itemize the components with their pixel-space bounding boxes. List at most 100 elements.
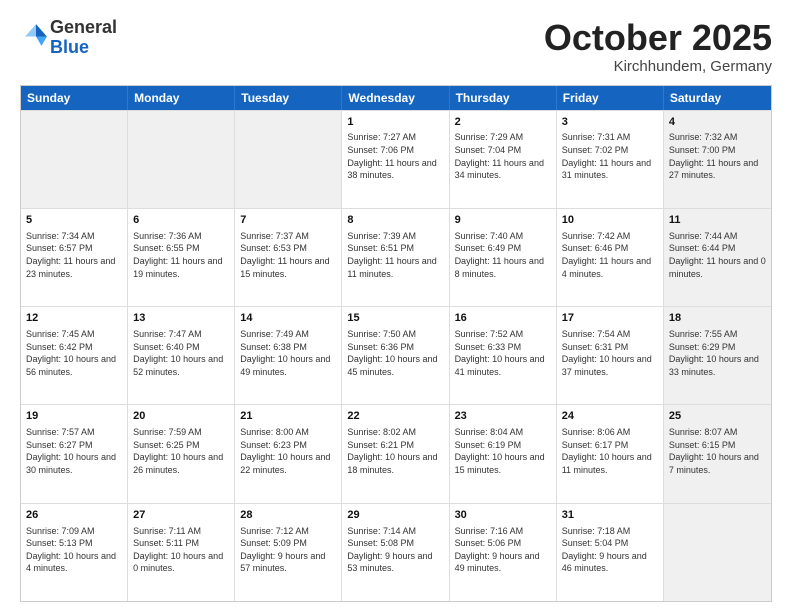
- calendar-cell: 13 Sunrise: 7:47 AM Sunset: 6:40 PM Dayli…: [128, 307, 235, 404]
- day-number: 24: [562, 409, 658, 424]
- calendar-header: SundayMondayTuesdayWednesdayThursdayFrid…: [21, 86, 771, 110]
- day-number: 20: [133, 409, 229, 424]
- calendar-cell: 14 Sunrise: 7:49 AM Sunset: 6:38 PM Dayli…: [235, 307, 342, 404]
- calendar-cell: 11Sunrise: 7:44 AM Sunset: 6:44 PM Dayli…: [664, 209, 771, 306]
- calendar-cell: 3Sunrise: 7:31 AM Sunset: 7:02 PM Daylig…: [557, 111, 664, 208]
- day-info: Sunrise: 7:39 AM Sunset: 6:51 PM Dayligh…: [347, 230, 443, 280]
- day-info: Sunrise: 7:27 AM Sunset: 7:06 PM Dayligh…: [347, 131, 443, 181]
- calendar-cell: 8 Sunrise: 7:39 AM Sunset: 6:51 PM Daylig…: [342, 209, 449, 306]
- day-info: Sunrise: 8:00 AM Sunset: 6:23 PM Dayligh…: [240, 426, 336, 476]
- day-number: 29: [347, 508, 443, 523]
- day-number: 9: [455, 213, 551, 228]
- calendar-header-day: Sunday: [21, 86, 128, 110]
- day-info: Sunrise: 8:02 AM Sunset: 6:21 PM Dayligh…: [347, 426, 443, 476]
- day-number: 13: [133, 311, 229, 326]
- calendar-cell: 23 Sunrise: 8:04 AM Sunset: 6:19 PM Dayli…: [450, 405, 557, 502]
- calendar-cell: 21 Sunrise: 8:00 AM Sunset: 6:23 PM Dayli…: [235, 405, 342, 502]
- title-location: Kirchhundem, Germany: [544, 58, 772, 75]
- calendar-cell: 26 Sunrise: 7:09 AM Sunset: 5:13 PM Dayli…: [21, 504, 128, 601]
- day-info: Sunrise: 7:18 AM Sunset: 5:04 PM Dayligh…: [562, 525, 658, 575]
- calendar-cell: 9 Sunrise: 7:40 AM Sunset: 6:49 PM Daylig…: [450, 209, 557, 306]
- calendar-cell: [235, 111, 342, 208]
- calendar-cell: 24 Sunrise: 8:06 AM Sunset: 6:17 PM Dayli…: [557, 405, 664, 502]
- calendar-week-row: 1Sunrise: 7:27 AM Sunset: 7:06 PM Daylig…: [21, 110, 771, 208]
- day-info: Sunrise: 7:16 AM Sunset: 5:06 PM Dayligh…: [455, 525, 551, 575]
- calendar-header-day: Saturday: [664, 86, 771, 110]
- calendar-cell: 19 Sunrise: 7:57 AM Sunset: 6:27 PM Dayli…: [21, 405, 128, 502]
- day-info: Sunrise: 7:57 AM Sunset: 6:27 PM Dayligh…: [26, 426, 122, 476]
- day-number: 16: [455, 311, 551, 326]
- calendar-cell: [128, 111, 235, 208]
- day-info: Sunrise: 7:50 AM Sunset: 6:36 PM Dayligh…: [347, 328, 443, 378]
- day-number: 7: [240, 213, 336, 228]
- day-number: 3: [562, 115, 658, 130]
- calendar-header-day: Monday: [128, 86, 235, 110]
- calendar-cell: 30 Sunrise: 7:16 AM Sunset: 5:06 PM Dayli…: [450, 504, 557, 601]
- day-info: Sunrise: 7:14 AM Sunset: 5:08 PM Dayligh…: [347, 525, 443, 575]
- day-number: 31: [562, 508, 658, 523]
- day-number: 19: [26, 409, 122, 424]
- day-info: Sunrise: 7:34 AM Sunset: 6:57 PM Dayligh…: [26, 230, 122, 280]
- calendar-cell: 29 Sunrise: 7:14 AM Sunset: 5:08 PM Dayli…: [342, 504, 449, 601]
- day-number: 6: [133, 213, 229, 228]
- day-info: Sunrise: 7:59 AM Sunset: 6:25 PM Dayligh…: [133, 426, 229, 476]
- logo-general-text: General: [50, 17, 117, 37]
- calendar-cell: 7Sunrise: 7:37 AM Sunset: 6:53 PM Daylig…: [235, 209, 342, 306]
- title-month: October 2025: [544, 18, 772, 58]
- header: General Blue October 2025 Kirchhundem, G…: [20, 18, 772, 75]
- day-number: 17: [562, 311, 658, 326]
- day-info: Sunrise: 7:52 AM Sunset: 6:33 PM Dayligh…: [455, 328, 551, 378]
- calendar-cell: 5Sunrise: 7:34 AM Sunset: 6:57 PM Daylig…: [21, 209, 128, 306]
- day-number: 1: [347, 115, 443, 130]
- calendar-cell: 25Sunrise: 8:07 AM Sunset: 6:15 PM Dayli…: [664, 405, 771, 502]
- day-number: 26: [26, 508, 122, 523]
- calendar-cell: 17 Sunrise: 7:54 AM Sunset: 6:31 PM Dayli…: [557, 307, 664, 404]
- day-info: Sunrise: 7:09 AM Sunset: 5:13 PM Dayligh…: [26, 525, 122, 575]
- day-info: Sunrise: 7:36 AM Sunset: 6:55 PM Dayligh…: [133, 230, 229, 280]
- calendar-header-day: Tuesday: [235, 86, 342, 110]
- calendar-cell: 18 Sunrise: 7:55 AM Sunset: 6:29 PM Dayli…: [664, 307, 771, 404]
- day-number: 14: [240, 311, 336, 326]
- logo-icon: [22, 21, 50, 49]
- day-number: 12: [26, 311, 122, 326]
- calendar-cell: 27 Sunrise: 7:11 AM Sunset: 5:11 PM Dayli…: [128, 504, 235, 601]
- day-number: 8: [347, 213, 443, 228]
- day-info: Sunrise: 7:49 AM Sunset: 6:38 PM Dayligh…: [240, 328, 336, 378]
- calendar-week-row: 5Sunrise: 7:34 AM Sunset: 6:57 PM Daylig…: [21, 208, 771, 306]
- day-info: Sunrise: 7:31 AM Sunset: 7:02 PM Dayligh…: [562, 131, 658, 181]
- calendar-week-row: 12 Sunrise: 7:45 AM Sunset: 6:42 PM Dayli…: [21, 306, 771, 404]
- calendar-cell: 10 Sunrise: 7:42 AM Sunset: 6:46 PM Dayli…: [557, 209, 664, 306]
- logo-blue-text: Blue: [50, 37, 89, 57]
- day-info: Sunrise: 7:29 AM Sunset: 7:04 PM Dayligh…: [455, 131, 551, 181]
- logo: General Blue: [20, 18, 117, 58]
- calendar-cell: 1Sunrise: 7:27 AM Sunset: 7:06 PM Daylig…: [342, 111, 449, 208]
- day-info: Sunrise: 7:44 AM Sunset: 6:44 PM Dayligh…: [669, 230, 766, 280]
- day-info: Sunrise: 7:55 AM Sunset: 6:29 PM Dayligh…: [669, 328, 766, 378]
- calendar-cell: [21, 111, 128, 208]
- calendar-body: 1Sunrise: 7:27 AM Sunset: 7:06 PM Daylig…: [21, 110, 771, 601]
- calendar-week-row: 26 Sunrise: 7:09 AM Sunset: 5:13 PM Dayli…: [21, 503, 771, 601]
- day-info: Sunrise: 8:06 AM Sunset: 6:17 PM Dayligh…: [562, 426, 658, 476]
- day-number: 15: [347, 311, 443, 326]
- title-block: October 2025 Kirchhundem, Germany: [544, 18, 772, 75]
- day-number: 21: [240, 409, 336, 424]
- calendar-header-day: Friday: [557, 86, 664, 110]
- day-info: Sunrise: 7:45 AM Sunset: 6:42 PM Dayligh…: [26, 328, 122, 378]
- day-number: 27: [133, 508, 229, 523]
- calendar-cell: 12 Sunrise: 7:45 AM Sunset: 6:42 PM Dayli…: [21, 307, 128, 404]
- day-info: Sunrise: 7:11 AM Sunset: 5:11 PM Dayligh…: [133, 525, 229, 575]
- calendar-cell: 6 Sunrise: 7:36 AM Sunset: 6:55 PM Daylig…: [128, 209, 235, 306]
- day-info: Sunrise: 7:47 AM Sunset: 6:40 PM Dayligh…: [133, 328, 229, 378]
- day-number: 23: [455, 409, 551, 424]
- day-number: 10: [562, 213, 658, 228]
- day-number: 30: [455, 508, 551, 523]
- day-info: Sunrise: 7:40 AM Sunset: 6:49 PM Dayligh…: [455, 230, 551, 280]
- day-info: Sunrise: 8:07 AM Sunset: 6:15 PM Dayligh…: [669, 426, 766, 476]
- day-info: Sunrise: 7:42 AM Sunset: 6:46 PM Dayligh…: [562, 230, 658, 280]
- calendar-cell: 22Sunrise: 8:02 AM Sunset: 6:21 PM Dayli…: [342, 405, 449, 502]
- day-number: 18: [669, 311, 766, 326]
- day-info: Sunrise: 8:04 AM Sunset: 6:19 PM Dayligh…: [455, 426, 551, 476]
- calendar-cell: 2Sunrise: 7:29 AM Sunset: 7:04 PM Daylig…: [450, 111, 557, 208]
- calendar-week-row: 19 Sunrise: 7:57 AM Sunset: 6:27 PM Dayli…: [21, 404, 771, 502]
- day-info: Sunrise: 7:54 AM Sunset: 6:31 PM Dayligh…: [562, 328, 658, 378]
